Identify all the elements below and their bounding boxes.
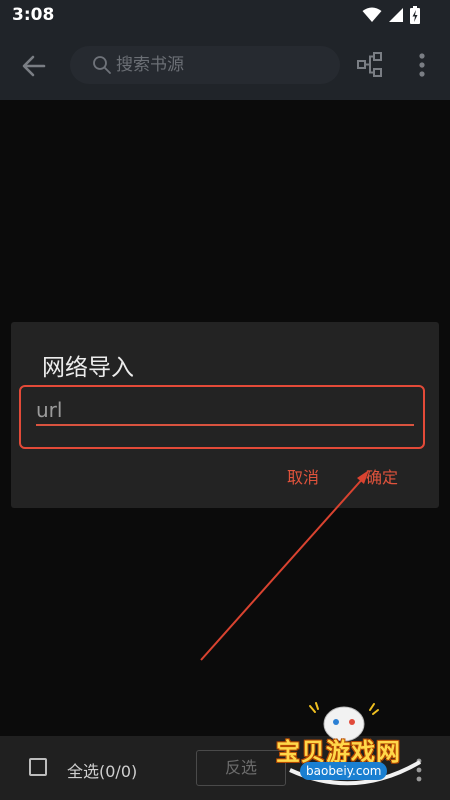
group-icon[interactable] — [356, 51, 384, 79]
status-time: 3:08 — [12, 5, 55, 25]
select-all-label[interactable]: 全选(0/0) — [67, 758, 137, 782]
url-input-underline — [36, 424, 414, 426]
watermark-logo: 宝贝游戏网 baobeiy.com — [270, 700, 440, 795]
ok-button[interactable]: 确定 — [358, 462, 406, 490]
watermark-url: baobeiy.com — [300, 762, 388, 780]
status-bar: 3:08 — [0, 0, 450, 30]
search-input[interactable] — [116, 46, 326, 84]
network-import-dialog: 网络导入 取消 确定 — [11, 322, 439, 508]
signal-icon — [389, 8, 403, 22]
status-icons — [362, 6, 420, 24]
battery-charging-icon — [410, 6, 420, 24]
dialog-title: 网络导入 — [42, 355, 134, 381]
select-all-checkbox[interactable] — [29, 758, 47, 776]
url-input[interactable] — [36, 394, 414, 426]
more-vert-icon[interactable] — [412, 50, 432, 80]
cancel-button[interactable]: 取消 — [279, 462, 327, 490]
back-arrow-icon[interactable] — [18, 50, 50, 82]
search-box[interactable] — [70, 46, 340, 84]
search-icon — [93, 56, 111, 74]
toolbar — [0, 30, 450, 100]
wifi-icon — [362, 7, 382, 22]
screen: 3:08 搜索书源 网络导入 url 取消 确定 全选(0/0) 反选 宝贝游戏… — [0, 0, 450, 800]
